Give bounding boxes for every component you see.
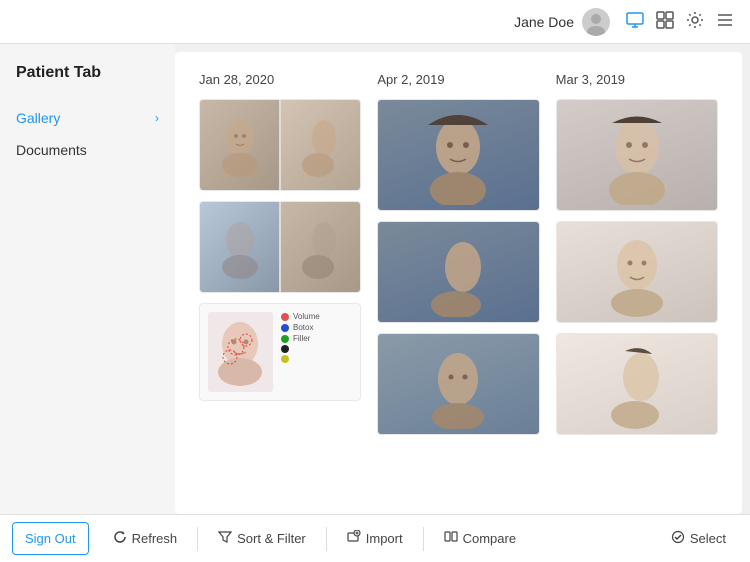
bottom-toolbar: Sign Out Refresh Sort & Filter	[0, 514, 750, 562]
user-info: Jane Doe	[514, 8, 610, 36]
gallery-column-2: Apr 2, 2019	[377, 72, 539, 445]
photo-card-annotated[interactable]: Volume Botox Filler	[199, 303, 361, 401]
select-icon	[671, 530, 685, 547]
import-button[interactable]: Import	[335, 522, 415, 555]
date-label-2: Apr 2, 2019	[377, 72, 539, 87]
separator-2	[326, 527, 327, 551]
date-label-1: Jan 28, 2020	[199, 72, 361, 87]
user-name-label: Jane Doe	[514, 14, 574, 30]
face-photo	[281, 100, 360, 190]
top-header: Jane Doe	[0, 0, 750, 44]
face-photo	[200, 202, 279, 292]
photo-card-single-1[interactable]	[377, 99, 539, 211]
compare-icon	[444, 530, 458, 547]
annotation-legend: Volume Botox Filler	[281, 312, 352, 392]
settings-icon[interactable]	[686, 11, 704, 33]
face-photo	[200, 100, 279, 190]
select-button[interactable]: Select	[659, 522, 738, 555]
main-layout: Patient Tab Gallery › Documents Jan 28, …	[0, 44, 750, 514]
face-photo	[281, 202, 360, 292]
date-label-3: Mar 3, 2019	[556, 72, 718, 87]
photo-card-single-2[interactable]	[377, 221, 539, 323]
sidebar-title: Patient Tab	[16, 64, 159, 82]
photo-card-single-5[interactable]	[556, 221, 718, 323]
photo-card-double-2[interactable]	[199, 201, 361, 293]
sidebar-item-gallery[interactable]: Gallery ›	[16, 102, 159, 134]
gallery-content: Jan 28, 2020	[175, 52, 742, 514]
grid-four-icon[interactable]	[656, 11, 674, 33]
photo-card-single-4[interactable]	[556, 99, 718, 211]
chevron-right-icon: ›	[155, 111, 159, 125]
compare-button[interactable]: Compare	[432, 522, 528, 555]
filter-icon	[218, 530, 232, 547]
avatar	[582, 8, 610, 36]
separator-1	[197, 527, 198, 551]
refresh-button[interactable]: Refresh	[101, 522, 190, 555]
gallery-column-3: Mar 3, 2019	[556, 72, 718, 445]
sidebar: Patient Tab Gallery › Documents	[0, 44, 175, 514]
menu-icon[interactable]	[716, 11, 734, 33]
gallery-columns: Jan 28, 2020	[199, 72, 718, 445]
monitor-icon[interactable]	[626, 11, 644, 33]
sidebar-item-documents[interactable]: Documents	[16, 134, 159, 166]
photo-card-double-1[interactable]	[199, 99, 361, 191]
refresh-icon	[113, 530, 127, 547]
gallery-column-1: Jan 28, 2020	[199, 72, 361, 445]
photo-card-single-6[interactable]	[556, 333, 718, 435]
photo-card-single-3[interactable]	[377, 333, 539, 435]
separator-3	[423, 527, 424, 551]
sign-out-button[interactable]: Sign Out	[12, 522, 89, 555]
sort-filter-button[interactable]: Sort & Filter	[206, 522, 318, 555]
header-icons	[626, 11, 734, 33]
import-icon	[347, 530, 361, 547]
